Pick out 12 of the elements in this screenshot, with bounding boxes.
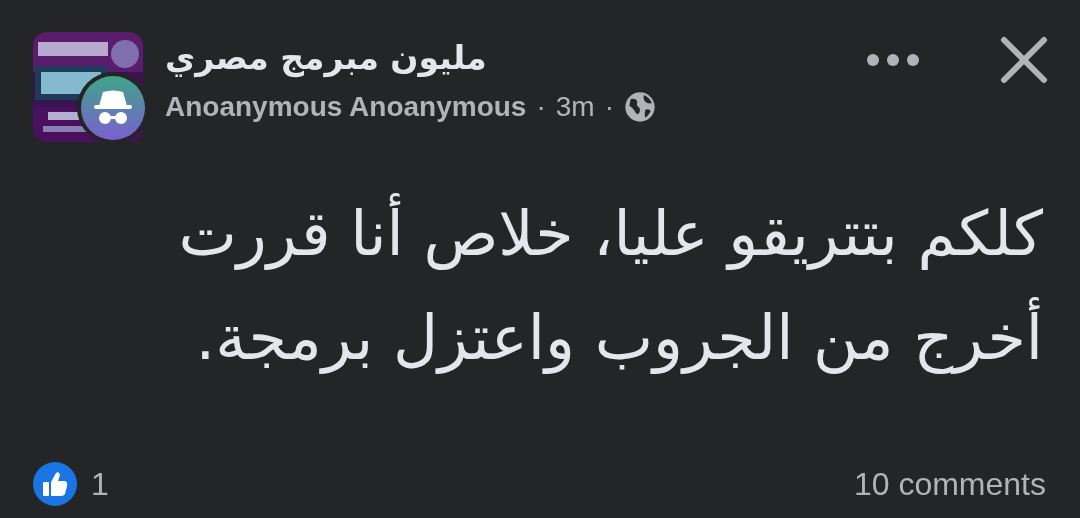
author-name[interactable]: Anoanymous Anoanymous: [165, 91, 527, 123]
globe-icon: [624, 91, 656, 123]
like-icon[interactable]: [33, 462, 77, 506]
reaction-count[interactable]: 1: [91, 465, 109, 503]
more-options-icon[interactable]: [866, 52, 920, 68]
comments-count[interactable]: 10 comments: [853, 465, 1046, 503]
post-text: كلكم بتتريقو عليا، خلاص أنا قررت أخرج من الجروب واعتزل برمجة.: [33, 182, 1043, 390]
close-icon[interactable]: [1000, 36, 1048, 84]
post-time[interactable]: 3m: [555, 91, 595, 123]
group-name[interactable]: مليون مبرمج مصري: [165, 38, 487, 77]
separator-dot: ·: [604, 91, 614, 123]
separator-dot: ·: [536, 91, 546, 123]
